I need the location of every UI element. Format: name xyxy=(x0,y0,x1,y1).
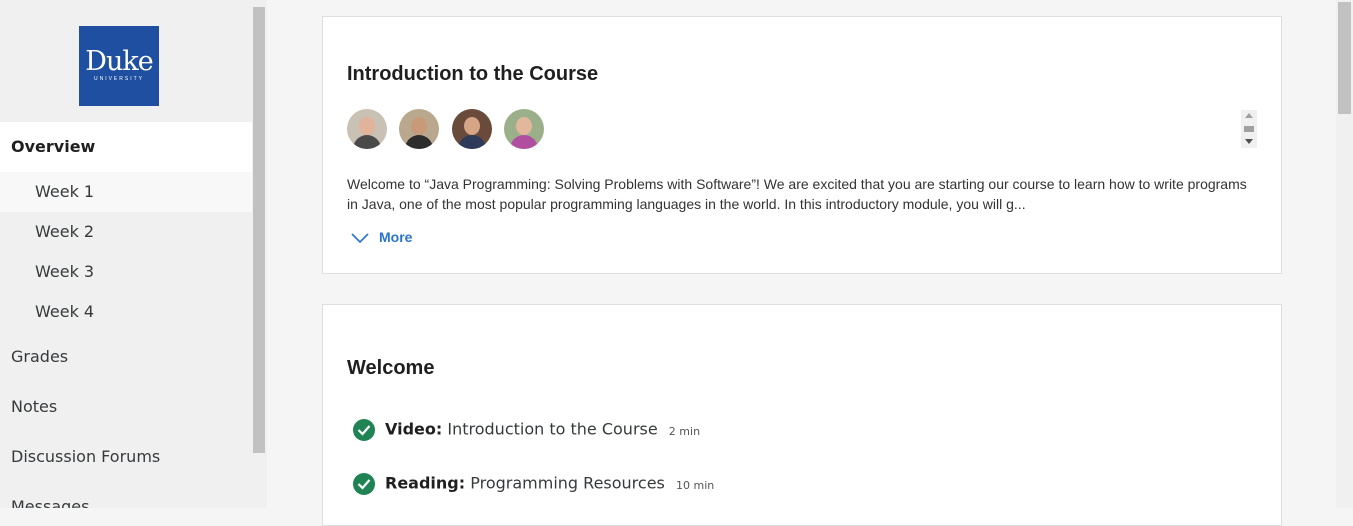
avatar[interactable] xyxy=(504,109,545,149)
scroll-thumb[interactable] xyxy=(1244,126,1254,132)
avatar[interactable] xyxy=(451,109,492,149)
main-scrollbar-thumb[interactable] xyxy=(1338,2,1351,114)
scroll-up-arrow-icon[interactable] xyxy=(1245,113,1253,118)
item-title: Introduction to the Course xyxy=(447,419,658,439)
scroll-down-arrow-icon[interactable] xyxy=(1245,139,1253,144)
avatars-scrollbar[interactable] xyxy=(1241,110,1257,148)
sidebar-item-week-1[interactable]: Week 1 xyxy=(0,172,252,212)
main-scrollbar[interactable] xyxy=(1336,0,1353,508)
course-description: Welcome to “Java Programming: Solving Pr… xyxy=(347,176,1247,212)
sidebar-item-grades[interactable]: Grades xyxy=(0,332,252,382)
item-duration: 10 min xyxy=(675,478,715,492)
duke-logo[interactable]: Duke UNIVERSITY xyxy=(79,26,159,106)
logo-area: Duke UNIVERSITY xyxy=(0,0,252,122)
item-kind: Video: xyxy=(385,419,443,439)
sidebar-item-notes[interactable]: Notes xyxy=(0,382,252,432)
logo-brand: Duke xyxy=(85,46,153,77)
sidebar-item-week-2[interactable]: Week 2 xyxy=(0,212,252,252)
more-label: More xyxy=(379,229,413,245)
welcome-card: Welcome Video: Introduction to the Cours… xyxy=(322,304,1282,526)
intro-card: Introduction to the Course Welcome to “J… xyxy=(322,16,1282,274)
sidebar-item-messages[interactable]: Messages xyxy=(0,482,252,508)
check-circle-icon xyxy=(353,419,375,441)
sidebar: Duke UNIVERSITY Overview Week 1 Week 2 W… xyxy=(0,0,252,508)
chevron-down-icon xyxy=(351,233,369,244)
more-button[interactable]: More xyxy=(351,229,412,245)
avatar[interactable] xyxy=(347,109,387,149)
intro-card-title: Introduction to the Course xyxy=(347,63,599,85)
list-item[interactable]: Reading: Programming Resources 10 min xyxy=(353,473,714,495)
sidebar-item-overview[interactable]: Overview xyxy=(0,122,252,172)
list-item[interactable]: Video: Introduction to the Course 2 min xyxy=(353,419,700,441)
item-kind: Reading: xyxy=(385,473,466,493)
sidebar-scrollbar[interactable] xyxy=(252,0,267,508)
sidebar-scrollbar-thumb[interactable] xyxy=(253,7,265,453)
sidebar-item-discussion-forums[interactable]: Discussion Forums xyxy=(0,432,252,482)
check-circle-icon xyxy=(353,473,375,495)
sidebar-item-week-3[interactable]: Week 3 xyxy=(0,252,252,292)
instructor-avatars xyxy=(347,109,552,154)
sidebar-item-week-4[interactable]: Week 4 xyxy=(0,292,252,332)
welcome-card-title: Welcome xyxy=(347,357,435,379)
item-title: Programming Resources xyxy=(470,473,665,493)
avatar[interactable] xyxy=(399,109,440,149)
item-duration: 2 min xyxy=(668,424,701,438)
